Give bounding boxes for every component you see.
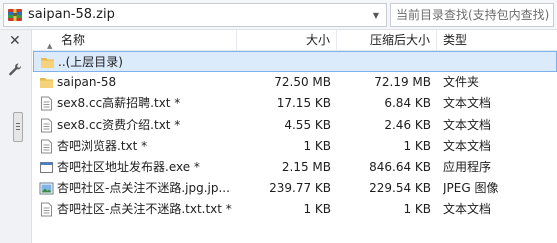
row-name: 杏吧社区-点关注不迷路.jpg.jp... — [57, 181, 230, 196]
row-name: 杏吧浏览器.txt * — [57, 138, 148, 153]
row-packed-size: 72.19 MB — [374, 75, 431, 90]
scrollbar-thumb[interactable] — [13, 112, 23, 142]
text-file-icon — [41, 118, 52, 133]
left-rail: ✕ — [0, 30, 32, 243]
row-packed-size: 2.46 KB — [384, 117, 431, 132]
column-header: ▲ 名称 大小 压缩后大小 类型 — [33, 30, 557, 51]
row-type: 文件夹 — [443, 75, 480, 90]
row-packed-size: 6.84 KB — [384, 96, 431, 111]
grip-line — [16, 129, 20, 130]
table-row[interactable]: 杏吧社区-点关注不迷路.txt.txt * 1 KB 1 KB 文本文档 — [33, 199, 557, 220]
text-file-icon — [41, 96, 52, 111]
search-box[interactable] — [390, 3, 554, 27]
row-packed-size: 1 KB — [403, 138, 431, 153]
row-type: 应用程序 — [443, 159, 492, 174]
folder-up-icon — [41, 58, 54, 68]
search-input[interactable] — [391, 4, 553, 26]
column-size-label: 大小 — [305, 33, 330, 47]
grip-line — [16, 123, 20, 124]
row-size: 72.50 MB — [274, 75, 331, 90]
address-bar[interactable]: saipan-58.zip ▼ — [3, 3, 387, 27]
exe-file-icon — [40, 161, 53, 173]
row-type: 文本文档 — [443, 202, 492, 217]
table-row[interactable]: sex8.cc高薪招聘.txt * 17.15 KB 6.84 KB 文本文档 — [33, 93, 557, 114]
row-type: 文本文档 — [443, 138, 492, 153]
chevron-down-icon: ▼ — [372, 10, 380, 20]
row-type: 文本文档 — [443, 117, 492, 132]
row-name: 杏吧社区-点关注不迷路.txt.txt * — [57, 202, 232, 217]
folder-icon — [40, 78, 53, 89]
row-size — [238, 52, 338, 73]
row-size: 17.15 KB — [276, 96, 331, 111]
file-list: ..(上层目录) saipan-58 72.50 MB 72.19 MB 文件夹… — [33, 51, 557, 221]
wrench-icon[interactable] — [8, 62, 22, 76]
column-type-label: 类型 — [443, 33, 468, 47]
address-path: saipan-58.zip — [28, 7, 115, 22]
table-row[interactable]: 杏吧社区-点关注不迷路.jpg.jp... 239.77 KB 229.54 K… — [33, 178, 557, 199]
row-name: sex8.cc高薪招聘.txt * — [57, 96, 181, 111]
row-size: 2.15 MB — [281, 159, 331, 174]
row-packed-size — [338, 52, 438, 73]
row-packed-size: 1 KB — [403, 202, 431, 217]
row-packed-size: 846.64 KB — [369, 159, 431, 174]
close-icon[interactable]: ✕ — [9, 33, 21, 49]
row-name: ..(上层目录) — [58, 55, 123, 69]
image-file-icon — [39, 182, 54, 195]
vertical-scrollbar[interactable] — [10, 86, 23, 238]
text-file-icon — [41, 202, 52, 217]
text-file-icon — [41, 139, 52, 154]
table-row[interactable]: saipan-58 72.50 MB 72.19 MB 文件夹 — [33, 72, 557, 93]
column-name-label: 名称 — [61, 33, 86, 47]
row-name: sex8.cc资费介绍.txt * — [57, 117, 181, 132]
column-packed-size[interactable]: 压缩后大小 — [337, 30, 437, 51]
table-row[interactable]: ..(上层目录) — [33, 51, 557, 73]
column-type[interactable]: 类型 — [437, 30, 557, 51]
table-row[interactable]: sex8.cc资费介绍.txt * 4.55 KB 2.46 KB 文本文档 — [33, 115, 557, 136]
column-packed-size-label: 压缩后大小 — [369, 33, 430, 47]
row-name: 杏吧社区地址发布器.exe * — [57, 159, 200, 174]
address-dropdown-button[interactable]: ▼ — [366, 4, 386, 26]
row-type: JPEG 图像 — [443, 181, 499, 196]
table-row[interactable]: 杏吧浏览器.txt * 1 KB 1 KB 文本文档 — [33, 136, 557, 157]
row-size: 1 KB — [303, 202, 331, 217]
row-packed-size: 229.54 KB — [369, 181, 431, 196]
row-type: 文本文档 — [443, 96, 492, 111]
row-name: saipan-58 — [57, 75, 117, 90]
address-toolbar: saipan-58.zip ▼ — [0, 0, 557, 30]
column-size[interactable]: 大小 — [237, 30, 337, 51]
zip-archive-icon — [8, 9, 22, 21]
column-name[interactable]: ▲ 名称 — [33, 30, 237, 51]
row-size: 4.55 KB — [284, 117, 331, 132]
table-row[interactable]: 杏吧社区地址发布器.exe * 2.15 MB 846.64 KB 应用程序 — [33, 157, 557, 178]
grip-line — [16, 126, 20, 127]
row-size: 1 KB — [303, 138, 331, 153]
row-size: 239.77 KB — [269, 181, 331, 196]
row-type — [444, 52, 557, 73]
